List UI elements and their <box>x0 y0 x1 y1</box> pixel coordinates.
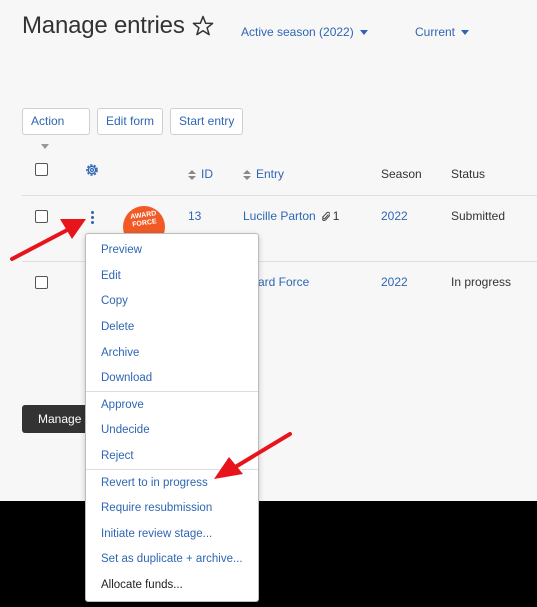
column-header-id-label: ID <box>201 167 213 181</box>
select-all-checkbox[interactable] <box>35 163 48 176</box>
page-title: Manage entries <box>22 12 185 39</box>
start-entry-button[interactable]: Start entry <box>170 108 244 135</box>
column-header-entry-label: Entry <box>256 167 285 181</box>
menu-divider <box>86 391 258 392</box>
menu-item-reject[interactable]: Reject <box>101 450 134 462</box>
row-divider <box>22 195 537 196</box>
menu-item-archive[interactable]: Archive <box>101 347 139 359</box>
season-link[interactable]: 2022 <box>381 275 408 289</box>
entry-id-link[interactable]: 13 <box>188 209 201 223</box>
status-filter-dropdown[interactable]: Current <box>415 25 470 39</box>
entry-context-menu: Preview Edit Copy Delete Archive Downloa… <box>85 233 259 602</box>
action-label: Action <box>31 114 65 128</box>
menu-item-undecide[interactable]: Undecide <box>101 424 150 436</box>
menu-item-edit[interactable]: Edit <box>101 270 121 282</box>
column-header-entry[interactable]: Entry <box>243 167 284 181</box>
menu-item-set-as-duplicate[interactable]: Set as duplicate + archive... <box>101 553 243 565</box>
more-options-icon[interactable] <box>91 211 95 225</box>
menu-item-download[interactable]: Download <box>101 372 152 384</box>
sort-icon <box>243 169 251 180</box>
app-window: Manage entries Active season (2022) Curr… <box>0 0 537 501</box>
entry-name-cell: Lucille Parton 1 <box>243 209 339 223</box>
row-checkbox[interactable] <box>35 276 48 289</box>
status-cell: In progress <box>451 275 512 289</box>
season-filter-dropdown[interactable]: Active season (2022) <box>241 25 368 39</box>
menu-divider <box>86 469 258 470</box>
status-cell: Submitted <box>451 209 506 223</box>
gear-icon[interactable] <box>84 162 100 178</box>
menu-item-require-resubmission[interactable]: Require resubmission <box>101 502 212 514</box>
action-dropdown-button[interactable]: Action <box>22 108 90 150</box>
menu-item-delete[interactable]: Delete <box>101 321 134 333</box>
column-header-status: Status <box>451 167 486 181</box>
star-icon[interactable] <box>191 14 215 38</box>
column-header-season: Season <box>381 167 422 181</box>
season-link[interactable]: 2022 <box>381 209 408 223</box>
chevron-down-icon <box>359 30 368 36</box>
edit-form-button[interactable]: Edit form <box>97 108 164 135</box>
status-filter-label: Current <box>415 25 456 39</box>
entry-name-link[interactable]: Lucille Parton <box>243 209 316 223</box>
sort-icon <box>188 169 196 180</box>
paperclip-icon <box>321 212 330 222</box>
avatar-text: AWARD FORCE <box>129 210 158 229</box>
menu-item-initiate-review-stage[interactable]: Initiate review stage... <box>101 528 212 540</box>
chevron-down-icon <box>41 144 49 150</box>
manage-button[interactable]: Manage <box>22 405 92 433</box>
attachment-count: 1 <box>332 209 340 223</box>
entry-name-link[interactable]: ard Force <box>258 275 309 289</box>
menu-item-approve[interactable]: Approve <box>101 399 144 411</box>
chevron-down-icon <box>461 30 470 36</box>
row-checkbox[interactable] <box>35 210 48 223</box>
column-header-id[interactable]: ID <box>188 167 213 181</box>
menu-item-preview[interactable]: Preview <box>101 244 142 256</box>
season-filter-label: Active season (2022) <box>241 25 354 39</box>
menu-item-revert-to-in-progress[interactable]: Revert to in progress <box>101 477 208 489</box>
menu-item-allocate-funds[interactable]: Allocate funds... <box>101 579 183 591</box>
menu-item-copy[interactable]: Copy <box>101 295 128 307</box>
